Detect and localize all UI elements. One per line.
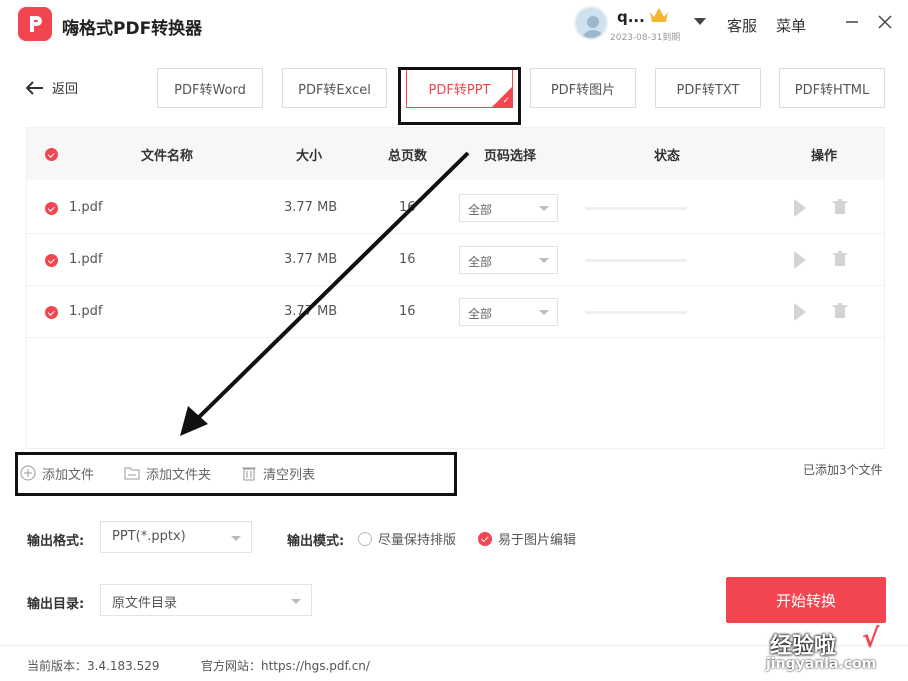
tab-pdf-to-html[interactable]: PDF转HTML <box>779 68 885 108</box>
file-name: 1.pdf <box>69 252 103 267</box>
file-size: 3.77 MB <box>284 200 338 215</box>
radio-on-icon <box>478 531 492 546</box>
chevron-down-icon <box>231 536 241 541</box>
close-icon[interactable] <box>875 12 895 32</box>
file-table: 文件名称 大小 总页数 页码选择 状态 操作 1.pdf 3.77 MB 16 … <box>26 127 885 449</box>
page-count: 16 <box>399 252 416 267</box>
chevron-down-icon <box>539 258 549 263</box>
mode-image-edit-label: 易于图片编辑 <box>498 533 577 548</box>
trash-icon[interactable] <box>833 199 847 215</box>
version-text: 当前版本：3.4.183.529 <box>27 659 160 673</box>
col-actions: 操作 <box>811 149 838 164</box>
table-row: 1.pdf 3.77 MB 16 全部 <box>27 182 884 234</box>
output-mode-label: 输出模式: <box>287 534 345 549</box>
table-row: 1.pdf 3.77 MB 16 全部 <box>27 286 884 338</box>
tab-pdf-to-txt[interactable]: PDF转TXT <box>655 68 761 108</box>
app-logo <box>18 7 52 41</box>
output-format-select[interactable]: PPT(*.pptx) <box>100 521 252 553</box>
file-name: 1.pdf <box>69 304 103 319</box>
pdf-logo-icon <box>30 16 42 32</box>
user-dropdown-icon[interactable] <box>694 18 706 25</box>
chevron-down-icon <box>291 599 301 604</box>
menu-button[interactable]: 菜单 <box>776 15 806 36</box>
progress-bar <box>585 207 687 210</box>
progress-bar <box>585 259 687 262</box>
back-label: 返回 <box>52 82 79 97</box>
avatar-icon <box>582 16 604 38</box>
arrow-left-icon <box>26 80 43 95</box>
trash-icon[interactable] <box>833 251 847 267</box>
watermark-url: jingyanla.com <box>766 656 877 672</box>
title-bar: 嗨格式PDF转换器 q... 2023-08-31到期 客服 菜单 <box>0 0 908 50</box>
website-link[interactable]: 官方网站：https://hgs.pdf.cn/ <box>201 657 370 674</box>
progress-bar <box>585 311 687 314</box>
output-dir-select[interactable]: 原文件目录 <box>100 584 312 616</box>
output-format-label: 输出格式: <box>27 534 85 549</box>
row-checkbox[interactable] <box>45 254 58 267</box>
annotation-box-toolbar <box>15 452 457 496</box>
col-page-select: 页码选择 <box>484 149 537 164</box>
page-count: 16 <box>399 200 416 215</box>
annotation-box-tab <box>398 67 521 125</box>
row-checkbox[interactable] <box>45 202 58 215</box>
col-size: 大小 <box>296 149 323 164</box>
start-convert-button[interactable]: 开始转换 <box>726 577 886 623</box>
chevron-down-icon <box>539 310 549 315</box>
chevron-down-icon <box>539 206 549 211</box>
vip-crown-icon <box>650 8 668 22</box>
file-name: 1.pdf <box>69 200 103 215</box>
output-dir-label: 输出目录: <box>27 597 85 612</box>
watermark-check-icon: √ <box>862 624 880 654</box>
app-title: 嗨格式PDF转换器 <box>62 19 203 39</box>
select-all-checkbox[interactable] <box>45 148 58 161</box>
row-checkbox[interactable] <box>45 306 58 319</box>
tab-pdf-to-word[interactable]: PDF转Word <box>157 68 263 108</box>
page-range-select[interactable]: 全部 <box>459 246 558 274</box>
file-size: 3.77 MB <box>284 304 338 319</box>
col-file-name: 文件名称 <box>141 149 194 164</box>
table-header: 文件名称 大小 总页数 页码选择 状态 操作 <box>27 128 884 180</box>
customer-service-button[interactable]: 客服 <box>727 15 757 36</box>
back-button[interactable]: 返回 <box>26 78 78 97</box>
page-range-value: 全部 <box>468 307 493 321</box>
radio-off-icon <box>358 531 372 546</box>
col-status: 状态 <box>654 149 681 164</box>
output-dir-value: 原文件目录 <box>112 596 178 611</box>
mode-keep-layout-label: 尽量保持排版 <box>378 533 457 548</box>
avatar[interactable] <box>574 6 608 40</box>
trash-icon[interactable] <box>833 303 847 319</box>
play-icon[interactable] <box>794 303 806 321</box>
page-range-value: 全部 <box>468 203 493 217</box>
mode-image-edit-radio[interactable]: 易于图片编辑 <box>478 529 576 548</box>
page-range-value: 全部 <box>468 255 493 269</box>
tab-pdf-to-excel[interactable]: PDF转Excel <box>282 68 387 108</box>
play-icon[interactable] <box>794 199 806 217</box>
file-size: 3.77 MB <box>284 252 338 267</box>
table-row: 1.pdf 3.77 MB 16 全部 <box>27 234 884 286</box>
page-count: 16 <box>399 304 416 319</box>
vip-expiry: 2023-08-31到期 <box>610 33 681 43</box>
user-name: q... <box>617 8 645 26</box>
output-format-value: PPT(*.pptx) <box>112 529 186 544</box>
page-range-select[interactable]: 全部 <box>459 194 558 222</box>
play-icon[interactable] <box>794 251 806 269</box>
mode-keep-layout-radio[interactable]: 尽量保持排版 <box>358 529 456 548</box>
minimize-icon[interactable] <box>842 12 862 32</box>
page-range-select[interactable]: 全部 <box>459 298 558 326</box>
col-pages: 总页数 <box>388 149 428 164</box>
tab-pdf-to-image[interactable]: PDF转图片 <box>530 68 636 108</box>
added-count: 已添加3个文件 <box>803 463 883 477</box>
